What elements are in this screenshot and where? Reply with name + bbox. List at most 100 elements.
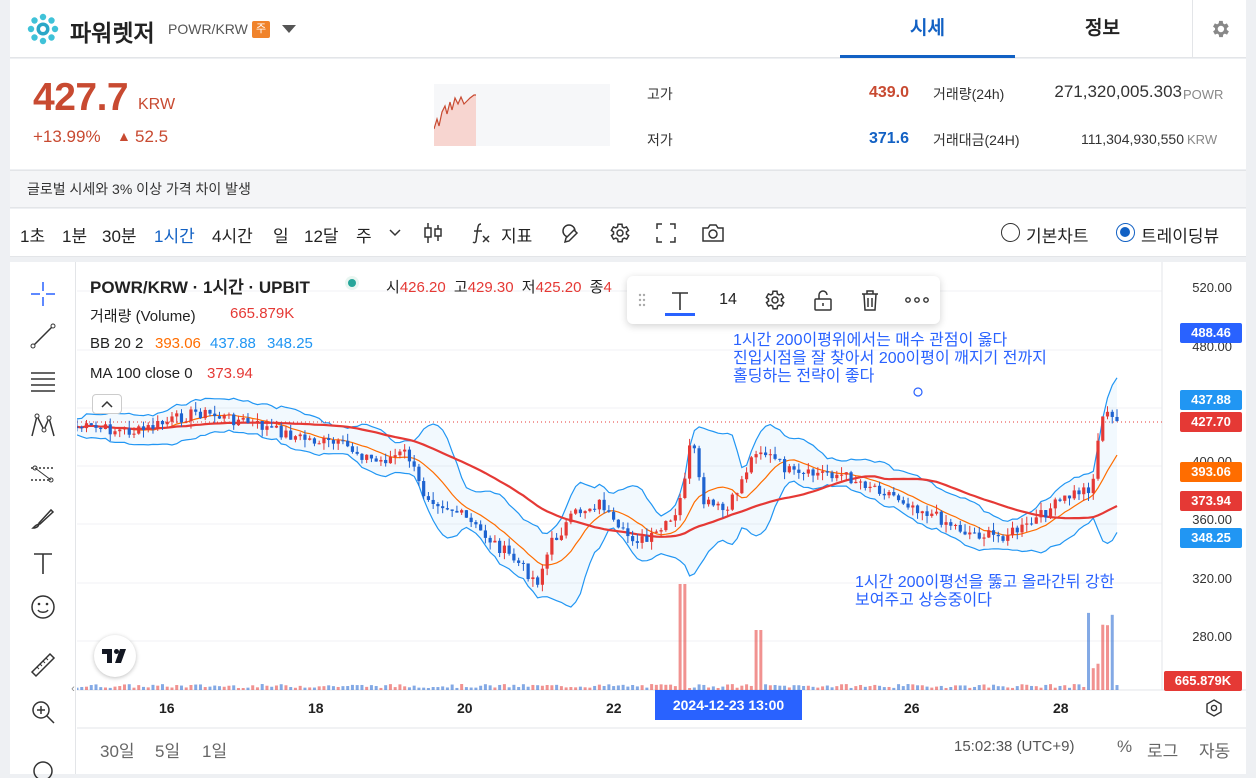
candle-body (274, 425, 279, 428)
timeframe-week[interactable]: 주 (356, 222, 372, 247)
candle-body (844, 472, 848, 475)
open-value: 426.20 (399, 279, 446, 296)
text-color-button[interactable] (665, 288, 695, 316)
candle-body (108, 424, 112, 435)
crosshair-tool[interactable] (27, 278, 59, 310)
tradingview-radio[interactable] (1116, 223, 1135, 242)
candle-body (835, 474, 839, 479)
candle-body (811, 469, 815, 476)
tab-market[interactable]: 시세 (840, 0, 1015, 58)
magnet-tool[interactable] (27, 752, 59, 778)
candle-body (1010, 527, 1015, 536)
timeframe-30m[interactable]: 30분 (102, 222, 137, 247)
header: 파워렛저 POWR/KRW 주 시세 정보 (10, 0, 1246, 58)
volume-bar (298, 685, 302, 690)
timeframe-4h[interactable]: 4시간 (212, 222, 253, 247)
measure-tool[interactable] (27, 649, 59, 681)
candle-body (825, 471, 829, 473)
annotation-line-4[interactable]: 1시간 200이평선을 뚫고 올라간뒤 강한 (855, 574, 1114, 591)
timeframe-day[interactable]: 일 (273, 222, 289, 247)
range-30d[interactable]: 30일 (100, 737, 135, 762)
drag-handle[interactable] (635, 288, 649, 312)
ohlc-values: 시426.20 고429.30 저425.20 종4 (386, 276, 612, 297)
candle-body (179, 413, 184, 423)
volume-bar (246, 687, 250, 690)
volume-bar (213, 685, 217, 690)
volume-bar (488, 685, 492, 690)
basic-chart-label[interactable]: 기본차트 (1026, 222, 1089, 247)
low-key: 저 (521, 279, 536, 296)
candle-body (398, 451, 402, 456)
collapse-legend-button[interactable] (92, 394, 122, 414)
emoji-tool[interactable] (27, 591, 59, 623)
chart-settings-button[interactable] (606, 220, 632, 246)
font-size-button[interactable]: 14 (716, 288, 740, 312)
lock-drawing-button[interactable] (810, 288, 836, 312)
volume-bar (308, 687, 312, 690)
candle-body (265, 426, 269, 430)
brush-tool[interactable] (27, 502, 59, 534)
screenshot-button[interactable] (700, 220, 726, 246)
settings-button[interactable] (1192, 0, 1246, 58)
log-toggle[interactable]: 로그 (1147, 737, 1178, 762)
tab-info[interactable]: 정보 (1015, 0, 1190, 58)
volume-bar (479, 685, 483, 690)
candle-body (151, 425, 155, 429)
indicator-label[interactable]: 지표 (501, 222, 532, 247)
candle-body (706, 499, 711, 505)
volume-bar (274, 685, 278, 690)
date-tick: 16 (159, 700, 175, 716)
timeframe-1m[interactable]: 1분 (62, 222, 87, 247)
indicator-button[interactable] (468, 220, 494, 246)
fib-tool[interactable] (27, 365, 59, 397)
timeframe-1h[interactable]: 1시간 (154, 222, 195, 247)
volume-bar (398, 684, 402, 690)
candle-body (103, 424, 108, 430)
change-rate: +13.99% (33, 127, 101, 146)
annotation-line-5[interactable]: 보여주고 상승중이다 (855, 592, 992, 609)
volume-bar (156, 685, 160, 690)
basic-chart-radio[interactable] (1001, 223, 1020, 242)
market-status-dot[interactable] (345, 276, 359, 290)
tradingview-logo[interactable] (94, 635, 136, 677)
candle-body (241, 418, 245, 420)
volume-bar (365, 686, 369, 690)
text-tool[interactable] (27, 547, 59, 579)
auto-toggle[interactable]: 자동 (1199, 737, 1230, 762)
pattern-tool[interactable] (27, 410, 59, 442)
delete-drawing-button[interactable] (857, 288, 883, 312)
coin-dropdown-button[interactable] (278, 20, 300, 38)
range-1d[interactable]: 1일 (202, 737, 227, 762)
timeframe-12m[interactable]: 12달 (304, 222, 339, 247)
candle-body (702, 477, 706, 505)
trendline-tool[interactable] (27, 320, 59, 352)
candle-body (1020, 524, 1024, 533)
volume-bar (906, 684, 910, 690)
candle-body (393, 455, 397, 457)
volume-bar (830, 687, 834, 690)
percent-toggle[interactable]: % (1117, 737, 1132, 757)
fullscreen-icon (656, 223, 676, 243)
volume-bar (445, 687, 449, 690)
forecast-tool[interactable] (27, 456, 59, 488)
zoom-tool[interactable] (27, 696, 59, 728)
volume-bar (232, 685, 236, 690)
annotation-line-2[interactable]: 진입시점을 잘 찾아서 200이평이 깨지기 전까지 (733, 350, 1047, 367)
candle-body (526, 563, 530, 580)
annotation-line-1[interactable]: 1시간 200이평위에서는 매수 관점이 옳다 (733, 332, 1007, 349)
drawing-settings-button[interactable] (761, 288, 787, 312)
range-5d[interactable]: 5일 (155, 737, 180, 762)
candle-body (246, 418, 250, 423)
fullscreen-button[interactable] (653, 220, 679, 246)
timeframe-more-button[interactable] (385, 220, 405, 246)
more-options-button[interactable] (904, 288, 930, 312)
tradingview-label[interactable]: 트레이딩뷰 (1141, 222, 1219, 247)
candle-body (431, 499, 435, 504)
axis-settings-button[interactable] (1202, 696, 1226, 720)
drawing-mode-button[interactable] (558, 220, 584, 246)
candle-body (635, 541, 639, 543)
chart-type-button[interactable] (420, 220, 446, 246)
timeframe-1s[interactable]: 1초 (20, 222, 45, 247)
gear-icon (765, 290, 785, 310)
annotation-line-3[interactable]: 홀딩하는 전략이 좋다 (733, 368, 874, 385)
